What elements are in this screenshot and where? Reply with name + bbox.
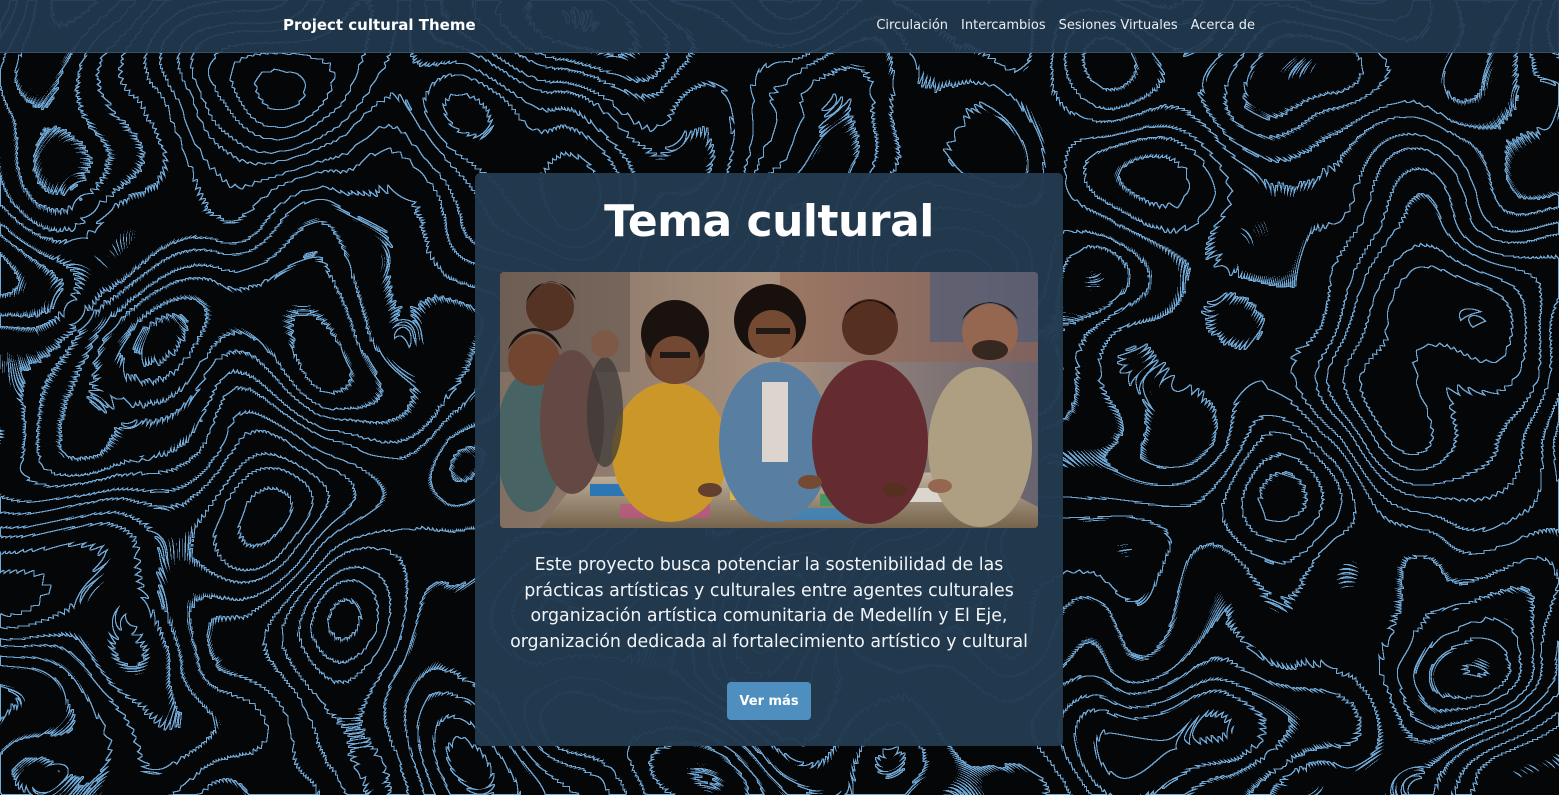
nav-link-circulacion[interactable]: Circulación [876,18,948,33]
card-title: Tema cultural [604,196,934,247]
card-description: Este proyecto busca potenciar la sosteni… [510,555,1028,652]
nav-link-acerca-de[interactable]: Acerca de [1191,18,1255,33]
collaboration-photo [500,272,1038,528]
nav-links: Circulación Intercambios Sesiones Virtua… [876,18,1255,33]
nav-link-sesiones-virtuales[interactable]: Sesiones Virtuales [1059,18,1178,33]
theme-card: Tema cultural Este proyecto busca potenc… [475,173,1063,746]
nav-link-intercambios[interactable]: Intercambios [961,18,1046,33]
brand-link[interactable]: Project cultural Theme [283,16,476,34]
top-navbar: Project cultural Theme Circulación Inter… [0,0,1559,53]
ver-mas-button[interactable]: Ver más [727,682,811,720]
